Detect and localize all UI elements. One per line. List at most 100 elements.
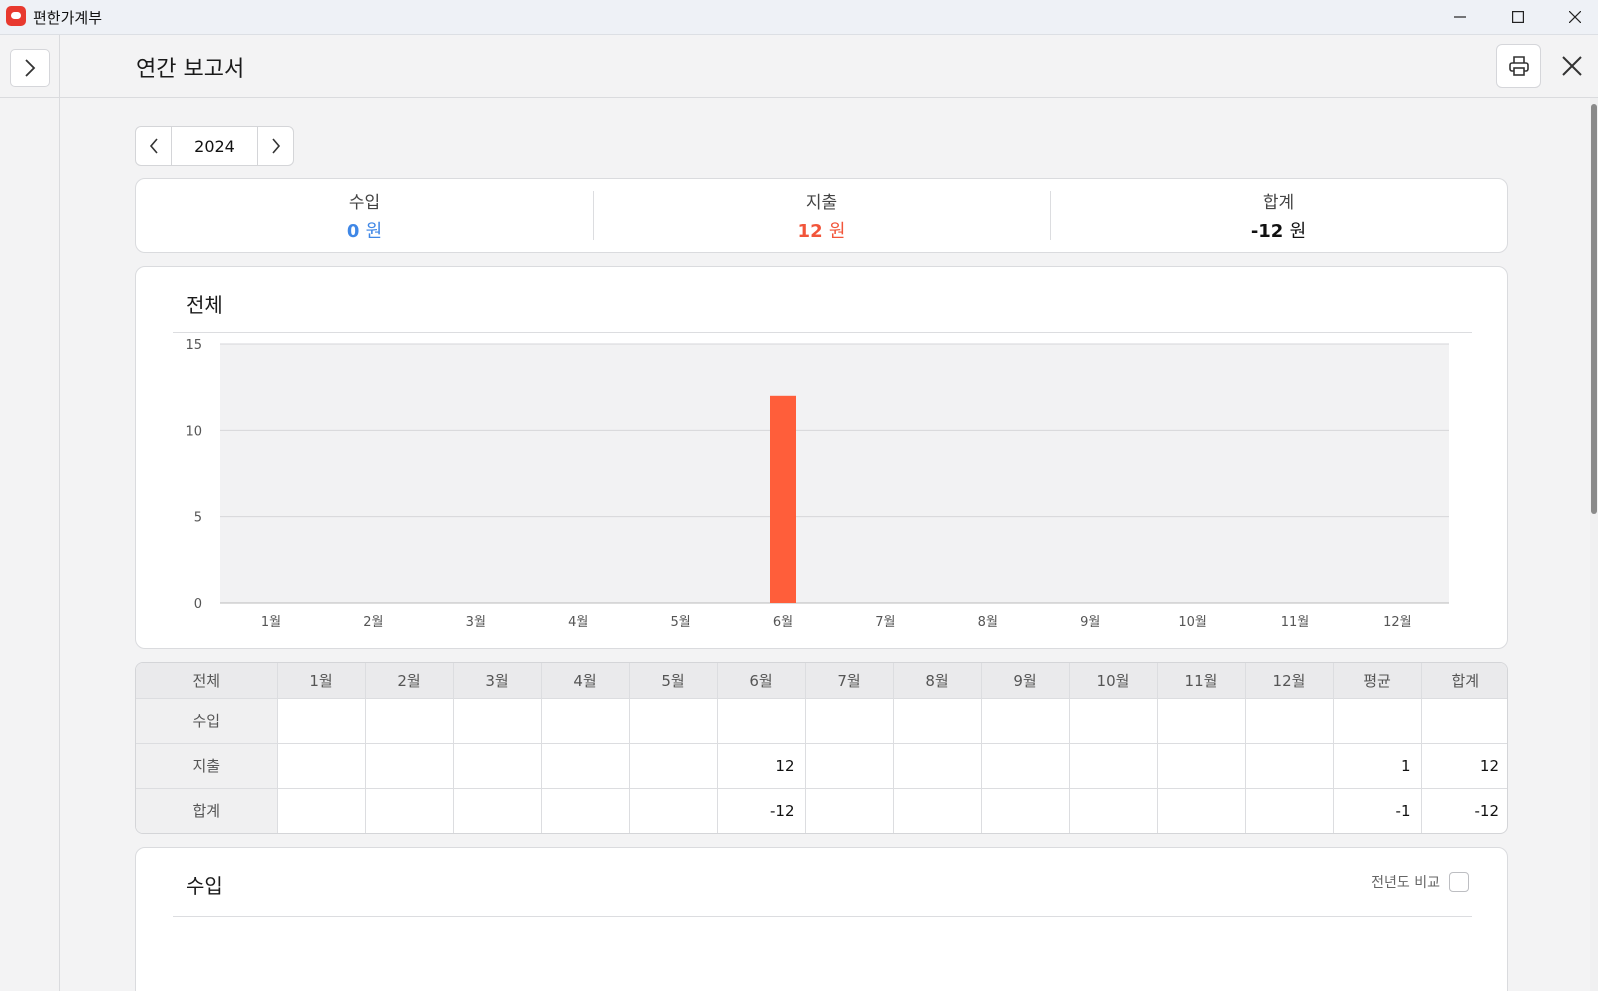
x-tick-label: 12월 xyxy=(1383,615,1412,630)
maximize-icon xyxy=(1512,11,1524,23)
table-header-cell: 9월 xyxy=(981,663,1070,699)
table-cell xyxy=(1069,698,1158,744)
table-header-cell: 합계 xyxy=(1421,663,1507,699)
summary-expense: 지출 12 원 xyxy=(593,179,1050,252)
table-cell: -12 xyxy=(1474,801,1500,820)
y-tick-label: 5 xyxy=(194,511,202,526)
income-chart-card: 수입 전년도 비교 xyxy=(135,847,1508,991)
table-cell xyxy=(981,743,1070,789)
app-logo-icon xyxy=(6,6,26,26)
table-cell xyxy=(541,788,630,833)
table-header-cell: 3월 xyxy=(453,663,542,699)
row-label: 합계 xyxy=(136,788,278,833)
monthly-bar-chart: 0 5 10 15 1월 2월 3월 4월 5월 6월 7월 8월 9월 10월 11월 12월 xyxy=(185,338,1449,630)
overall-chart-card: 전체 0 5 10 15 1월 2월 3월 4월 5월 6월 7월 8월 9월 10월 11월 12월 xyxy=(135,266,1508,649)
table-cell xyxy=(453,788,542,833)
table-cell: -1 xyxy=(1333,788,1422,833)
year-selector: 2024 xyxy=(135,126,294,166)
table-header-cell: 6월 xyxy=(717,663,806,699)
compare-label: 전년도 비교 xyxy=(1371,875,1440,891)
table-header-cell: 2월 xyxy=(365,663,454,699)
scrollbar-thumb[interactable] xyxy=(1591,104,1597,514)
expand-sidebar-button[interactable] xyxy=(10,49,50,87)
table-row: 수입 xyxy=(136,698,1507,744)
table-cell xyxy=(1069,788,1158,833)
table-cell xyxy=(717,698,806,744)
previous-year-compare[interactable]: 전년도 비교 xyxy=(1371,872,1469,892)
table-row: 합계 -12 -1 -12 xyxy=(136,788,1507,833)
summary-income: 수입 0 원 xyxy=(136,179,593,252)
summary-value: -12 원 xyxy=(1250,221,1307,242)
row-label: 지출 xyxy=(136,743,278,789)
printer-icon xyxy=(1508,56,1529,76)
summary-total: 합계 -12 원 xyxy=(1050,179,1507,252)
previous-year-button[interactable] xyxy=(136,127,171,165)
table-cell xyxy=(1333,698,1422,744)
summary-label: 수입 xyxy=(348,193,381,213)
table-cell xyxy=(1157,788,1246,833)
next-year-button[interactable] xyxy=(258,127,293,165)
table-row: 지출 12 1 12 xyxy=(136,743,1507,789)
print-button[interactable] xyxy=(1496,44,1541,88)
table-cell xyxy=(805,743,894,789)
summary-card: 수입 0 원 지출 12 원 합계 -12 원 xyxy=(135,178,1508,253)
table-cell xyxy=(1245,698,1334,744)
chevron-right-icon xyxy=(271,138,280,154)
x-tick-label: 11월 xyxy=(1281,615,1310,630)
divider xyxy=(173,916,1472,917)
x-tick-label: 5월 xyxy=(670,615,690,630)
y-tick-label: 0 xyxy=(194,597,202,612)
table-cell xyxy=(805,698,894,744)
close-icon xyxy=(1562,56,1582,76)
table-cell xyxy=(453,698,542,744)
table-header-cell: 5월 xyxy=(629,663,718,699)
y-tick-label: 10 xyxy=(185,424,202,439)
plot-area xyxy=(220,344,1449,603)
table-cell xyxy=(629,788,718,833)
table-cell xyxy=(981,698,1070,744)
table-cell: 1 xyxy=(1333,743,1422,789)
table-cell xyxy=(1157,743,1246,789)
x-tick-label: 9월 xyxy=(1080,615,1100,630)
table-header-cell: 4월 xyxy=(541,663,630,699)
table-header-cell: 평균 xyxy=(1333,663,1422,699)
table-cell xyxy=(893,743,982,789)
vertical-scrollbar[interactable] xyxy=(1590,98,1598,991)
x-tick-label: 10월 xyxy=(1178,615,1207,630)
table-cell xyxy=(893,698,982,744)
summary-label: 지출 xyxy=(805,193,838,213)
window-close-button[interactable] xyxy=(1547,0,1598,34)
income-card-title: 수입 xyxy=(186,874,223,898)
x-tick-label: 6월 xyxy=(773,615,793,630)
minimize-icon xyxy=(1454,16,1466,18)
table-header-cell: 8월 xyxy=(893,663,982,699)
monthly-summary-table: 전체 1월 2월 3월 4월 5월 6월 7월 8월 9월 10월 11월 12월 평균 합계 수입 지출 12… xyxy=(135,662,1508,834)
x-tick-label: 2월 xyxy=(363,615,383,630)
title-bar: 편한가계부 xyxy=(0,0,1598,35)
compare-checkbox[interactable] xyxy=(1449,872,1469,892)
table-cell xyxy=(541,743,630,789)
close-report-button[interactable] xyxy=(1554,47,1590,85)
table-header-cell: 10월 xyxy=(1069,663,1158,699)
page-header: 연간 보고서 xyxy=(60,35,1598,98)
table-cell xyxy=(1157,698,1246,744)
row-label: 수입 xyxy=(136,698,278,744)
table-cell xyxy=(629,743,718,789)
table-cell: 12 xyxy=(1421,743,1507,789)
table-cell: -12 xyxy=(717,788,806,833)
sidebar xyxy=(0,35,60,991)
table-header-cell: 11월 xyxy=(1157,663,1246,699)
x-tick-label: 8월 xyxy=(978,615,998,630)
maximize-button[interactable] xyxy=(1490,0,1546,34)
table-cell xyxy=(453,743,542,789)
app-title: 편한가계부 xyxy=(33,9,103,27)
close-icon xyxy=(1569,11,1581,23)
summary-label: 합계 xyxy=(1262,193,1295,213)
table-cell xyxy=(277,698,366,744)
table-header-cell: 1월 xyxy=(277,663,366,699)
table-cell xyxy=(541,698,630,744)
minimize-button[interactable] xyxy=(1432,0,1488,34)
summary-value: 12 원 xyxy=(797,221,846,242)
table-cell xyxy=(277,743,366,789)
table-cell xyxy=(365,788,454,833)
